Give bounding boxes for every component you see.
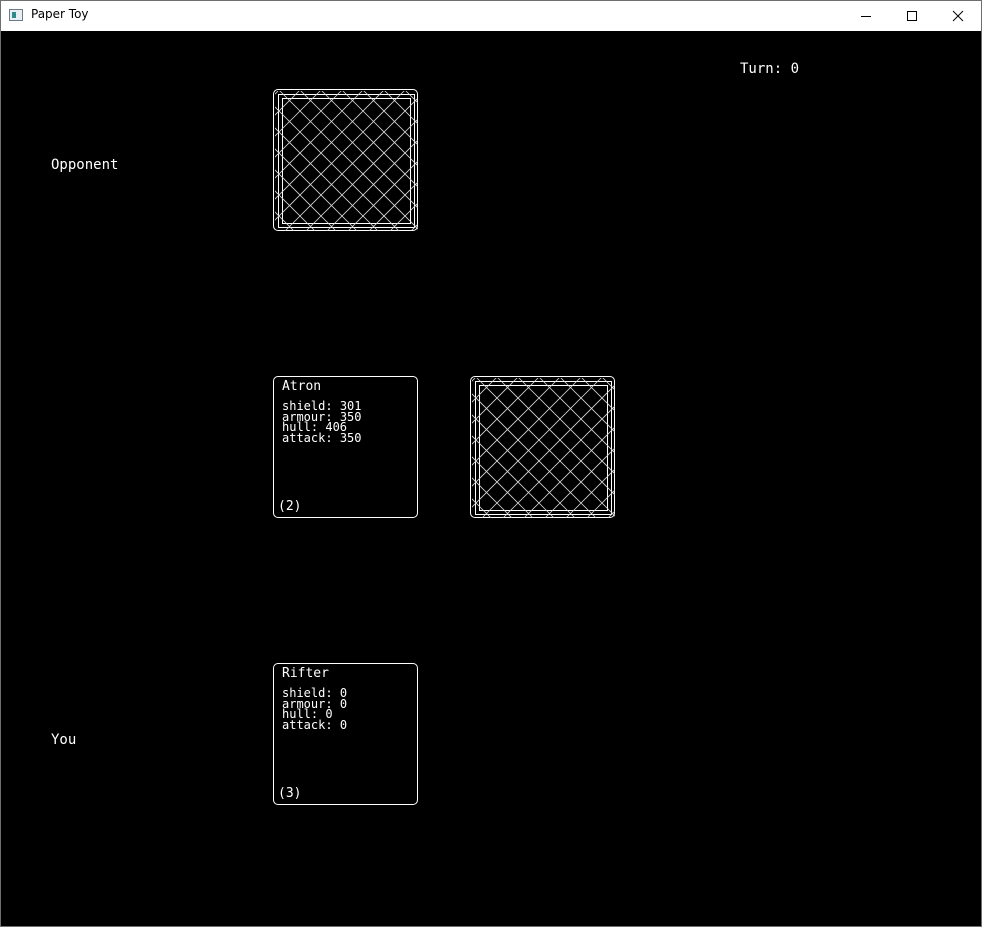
minimize-button[interactable] [843, 1, 889, 31]
window-title: Paper Toy [31, 7, 89, 21]
card-stats: shield: 0 armour: 0 hull: 0 attack: 0 [282, 687, 348, 732]
close-button[interactable] [935, 1, 981, 31]
stat-attack: attack: 0 [282, 717, 348, 732]
turn-label: Turn: [740, 61, 783, 77]
you-label: You [51, 732, 77, 748]
turn-counter: Turn: 0 [740, 61, 799, 77]
card-name: Atron [282, 379, 322, 394]
game-canvas[interactable]: Turn: 0 Opponent You Atron shield: 301 a… [1, 31, 981, 926]
card-atron[interactable]: Atron shield: 301 armour: 350 hull: 406 … [273, 376, 418, 518]
card-count: (3) [278, 786, 302, 801]
close-icon [952, 10, 964, 22]
card-back-pattern [472, 378, 615, 518]
card-back-pattern [275, 91, 418, 231]
opponent-label: Opponent [51, 157, 119, 173]
card-name: Rifter [282, 666, 329, 681]
maximize-button[interactable] [889, 1, 935, 31]
stat-attack: attack: 350 [282, 430, 362, 445]
app-icon [9, 9, 23, 21]
card-rifter[interactable]: Rifter shield: 0 armour: 0 hull: 0 attac… [273, 663, 418, 805]
opponent-card-back[interactable] [273, 89, 418, 231]
app-window: Paper Toy Turn: 0 Opponent You Atron shi… [0, 0, 982, 927]
card-count: (2) [278, 499, 302, 514]
card-stats: shield: 301 armour: 350 hull: 406 attack… [282, 400, 362, 445]
minimize-icon [861, 16, 871, 17]
deck-card-back[interactable] [470, 376, 615, 518]
title-bar[interactable]: Paper Toy [1, 1, 981, 31]
maximize-icon [907, 11, 917, 21]
turn-value: 0 [790, 61, 800, 77]
